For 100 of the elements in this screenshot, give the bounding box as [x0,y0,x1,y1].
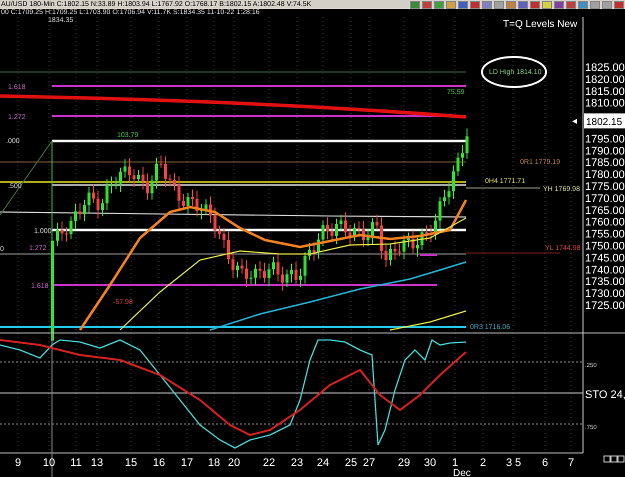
candle [70,216,72,240]
candle [124,158,126,178]
candle [186,192,190,214]
candle [394,240,396,260]
price-tick: 1725.00 [585,300,625,312]
candle [155,157,158,190]
time-tick: 30 [424,457,436,469]
candle [299,268,302,288]
price-tick: 1785.00 [585,157,625,170]
candle [263,262,266,284]
price-tick: 1730.00 [585,288,625,300]
candle [340,214,342,232]
time-tick: 15 [124,457,138,469]
price-tick: 1815.00 [585,86,625,98]
candle [245,260,248,288]
time-tick: 29 [398,457,410,469]
time-tick: 3 [506,457,512,469]
candle [358,220,360,238]
chart-title: T=Q Levels New [503,19,578,30]
time-tick: 9 [14,457,22,469]
current-price-label: 1802.15 [584,113,625,128]
candle [286,269,288,288]
candle [438,196,442,230]
candle [294,261,298,286]
candle [420,228,424,250]
candle [276,254,280,282]
candle [60,221,64,242]
candle [281,266,284,291]
candle [348,224,352,246]
time-tick: 16 [152,457,166,469]
candle [101,198,104,216]
candle [416,237,419,258]
candle [232,251,234,278]
time-tick: 5 [514,457,522,469]
candle [227,231,230,265]
candle [204,198,208,215]
price-tick: 1745.00 [585,252,625,264]
candle [258,260,262,279]
candle [173,172,176,192]
time-tick: 17 [180,457,194,469]
candle [164,156,167,188]
pointer-icon [572,118,577,124]
time-tick: 23 [290,457,304,469]
candle [371,218,374,244]
candle [380,216,383,260]
candle [146,173,149,200]
price-tick: 1765.00 [585,204,625,217]
price-tick: 1775.00 [585,181,625,193]
candle [200,204,203,220]
price-tick: 1825.00 [585,62,625,74]
candle [78,202,82,220]
candle [74,203,77,230]
candle [119,167,122,192]
candle [168,174,172,188]
candle [389,243,392,266]
candle [317,232,320,260]
price-tick: 1740.00 [585,264,625,276]
candle [236,261,239,278]
candle [366,228,370,247]
candle [254,264,257,286]
candle [344,212,347,240]
price-tick: 1820.00 [585,74,625,86]
candle [272,256,275,276]
candle [443,189,446,207]
time-tick: 18 [208,457,220,469]
candle [114,176,118,190]
candle [83,199,86,222]
price-tick: 1735.00 [585,276,625,288]
candle [178,176,180,210]
candle [222,227,226,249]
price-tick: 1810.00 [585,98,625,110]
time-tick: 27 [362,457,376,469]
month-label: Dec [453,468,471,477]
candle [461,144,464,166]
indicator-label: STO 24, [585,389,625,401]
candle [330,222,334,240]
candle [142,166,144,190]
candle [150,174,154,200]
candle [466,128,468,160]
time-tick: 10 [42,457,56,469]
candle [376,214,378,230]
time-tick: 13 [90,457,104,469]
time-tick: 1 [452,457,458,469]
candle [362,220,365,248]
price-tick: 1790.00 [585,145,625,158]
candle [137,169,140,184]
candle [304,252,306,284]
candle [65,226,68,242]
time-tick: 7 [568,457,574,469]
candle [132,168,136,188]
candle [452,165,455,200]
time-tick: 2 [480,457,486,469]
price-tick: 1770.00 [585,192,625,205]
price-tick: 1760.00 [585,216,625,229]
candle [326,216,329,240]
candle [106,178,108,211]
candle [335,218,338,245]
candle [250,270,252,284]
candle [456,152,460,176]
candle [218,225,221,240]
